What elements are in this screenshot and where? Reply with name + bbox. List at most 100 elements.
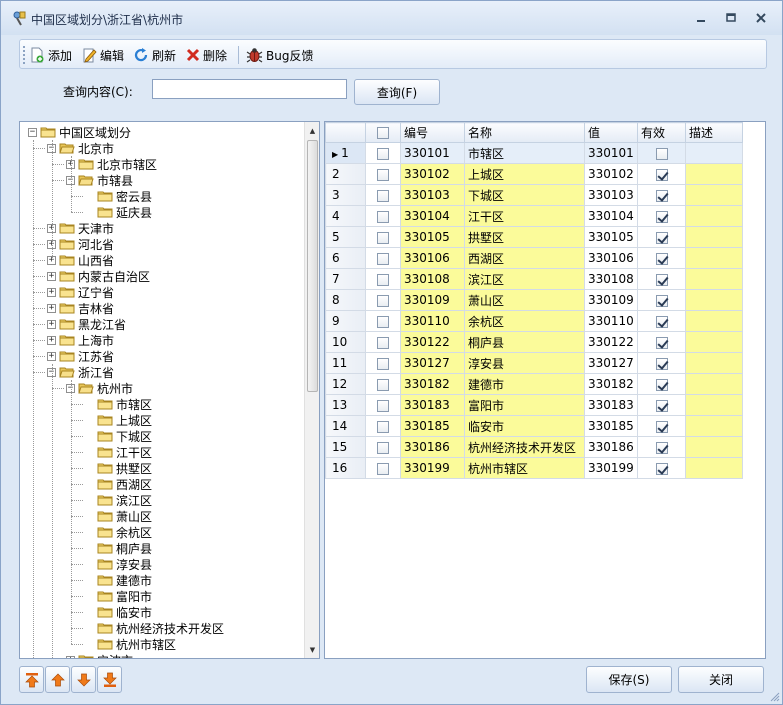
table-row[interactable]: 14 330185 临安市 330185 [325, 415, 747, 437]
move-top-button[interactable] [19, 666, 44, 693]
row-select-checkbox[interactable] [377, 399, 389, 412]
resize-grip-icon[interactable] [770, 692, 780, 702]
cell-description[interactable] [685, 163, 743, 185]
expand-icon[interactable]: + [66, 655, 75, 658]
row-select-cell[interactable] [365, 373, 401, 395]
cell-valid[interactable] [637, 268, 686, 290]
minimize-button[interactable] [691, 9, 711, 27]
tree-node[interactable]: + 河北省 [47, 236, 114, 252]
row-select-checkbox[interactable] [377, 378, 389, 391]
expand-icon[interactable]: + [47, 287, 56, 297]
cell-value[interactable]: 330183 [584, 394, 638, 416]
edit-button[interactable]: 编辑 [82, 45, 124, 65]
cell-value[interactable]: 330199 [584, 457, 638, 479]
cell-value[interactable]: 330106 [584, 247, 638, 269]
table-row[interactable]: 7 330108 滨江区 330108 [325, 268, 747, 290]
save-button[interactable]: 保存(S) [586, 666, 672, 693]
tree-node[interactable]: 滨江区 [85, 492, 152, 508]
tree-node[interactable]: + 内蒙古自治区 [47, 268, 150, 284]
row-select-cell[interactable] [365, 247, 401, 269]
valid-checkbox[interactable] [655, 210, 668, 223]
refresh-button[interactable]: 刷新 [134, 45, 176, 65]
tree-node[interactable]: 杭州经济技术开发区 [85, 620, 224, 636]
valid-checkbox[interactable] [655, 441, 668, 454]
row-header[interactable]: 10 [325, 331, 366, 353]
tree-node[interactable]: + 吉林省 [47, 300, 114, 316]
cell-code[interactable]: 330108 [400, 268, 465, 290]
tree-node[interactable]: − 浙江省 [47, 364, 114, 380]
row-header[interactable]: 15 [325, 436, 366, 458]
close-button[interactable]: 关闭 [678, 666, 764, 693]
scroll-thumb[interactable] [307, 140, 318, 392]
cell-name[interactable]: 滨江区 [464, 268, 585, 290]
cell-valid[interactable] [637, 310, 686, 332]
row-select-checkbox[interactable] [377, 462, 389, 475]
close-window-button[interactable] [751, 9, 771, 27]
tree-node[interactable]: + 辽宁省 [47, 284, 114, 300]
cell-code[interactable]: 330122 [400, 331, 465, 353]
cell-code[interactable]: 330104 [400, 205, 465, 227]
valid-checkbox[interactable] [655, 378, 668, 391]
cell-valid[interactable] [637, 184, 686, 206]
valid-checkbox[interactable] [655, 420, 668, 433]
expand-icon[interactable]: + [47, 271, 56, 281]
cell-code[interactable]: 330182 [400, 373, 465, 395]
expand-icon[interactable]: + [47, 335, 56, 345]
tree-node[interactable]: + 江苏省 [47, 348, 114, 364]
tree-node[interactable]: 余杭区 [85, 524, 152, 540]
cell-name[interactable]: 富阳市 [464, 394, 585, 416]
tree-node[interactable]: + 天津市 [47, 220, 114, 236]
column-header-valid[interactable]: 有效 [637, 122, 686, 143]
cell-description[interactable] [685, 373, 743, 395]
tree-node[interactable]: 富阳市 [85, 588, 152, 604]
row-header[interactable]: 6 [325, 247, 366, 269]
tree-node[interactable]: 密云县 [85, 188, 152, 204]
tree-node[interactable]: 延庆县 [85, 204, 152, 220]
row-select-checkbox[interactable] [377, 420, 389, 433]
row-select-cell[interactable] [365, 310, 401, 332]
cell-valid[interactable] [637, 205, 686, 227]
cell-value[interactable]: 330108 [584, 268, 638, 290]
row-header[interactable]: 3 [325, 184, 366, 206]
cell-value[interactable]: 330122 [584, 331, 638, 353]
valid-checkbox[interactable] [655, 147, 668, 160]
table-row[interactable]: 6 330106 西湖区 330106 [325, 247, 747, 269]
row-select-checkbox[interactable] [377, 336, 389, 349]
row-header[interactable]: 8 [325, 289, 366, 311]
row-select-cell[interactable] [365, 142, 401, 164]
cell-code[interactable]: 330186 [400, 436, 465, 458]
row-select-checkbox[interactable] [377, 210, 389, 223]
tree-node[interactable]: 杭州市辖区 [85, 636, 176, 652]
cell-name[interactable]: 桐庐县 [464, 331, 585, 353]
row-header[interactable]: 2 [325, 163, 366, 185]
cell-valid[interactable] [637, 373, 686, 395]
valid-checkbox[interactable] [655, 273, 668, 286]
tree-node[interactable]: 市辖区 [85, 396, 152, 412]
cell-valid[interactable] [637, 352, 686, 374]
cell-description[interactable] [685, 205, 743, 227]
row-select-checkbox[interactable] [377, 252, 389, 265]
row-select-cell[interactable] [365, 415, 401, 437]
tree-node[interactable]: + 山西省 [47, 252, 114, 268]
cell-valid[interactable] [637, 436, 686, 458]
row-select-cell[interactable] [365, 352, 401, 374]
table-row[interactable]: 10 330122 桐庐县 330122 [325, 331, 747, 353]
row-select-checkbox[interactable] [377, 147, 389, 160]
tree-node[interactable]: − 市辖县 [66, 172, 133, 188]
valid-checkbox[interactable] [655, 315, 668, 328]
cell-code[interactable]: 330103 [400, 184, 465, 206]
tree-node[interactable]: 淳安县 [85, 556, 152, 572]
cell-name[interactable]: 临安市 [464, 415, 585, 437]
cell-name[interactable]: 余杭区 [464, 310, 585, 332]
row-header[interactable]: 12 [325, 373, 366, 395]
tree-node[interactable]: + 北京市辖区 [66, 156, 157, 172]
cell-description[interactable] [685, 457, 743, 479]
row-select-cell[interactable] [365, 268, 401, 290]
cell-name[interactable]: 淳安县 [464, 352, 585, 374]
move-up-button[interactable] [45, 666, 70, 693]
move-bottom-button[interactable] [97, 666, 122, 693]
move-down-button[interactable] [71, 666, 96, 693]
row-header[interactable]: 16 [325, 457, 366, 479]
cell-value[interactable]: 330127 [584, 352, 638, 374]
table-row[interactable]: ▶ 1 330101 市辖区 330101 [325, 142, 747, 164]
